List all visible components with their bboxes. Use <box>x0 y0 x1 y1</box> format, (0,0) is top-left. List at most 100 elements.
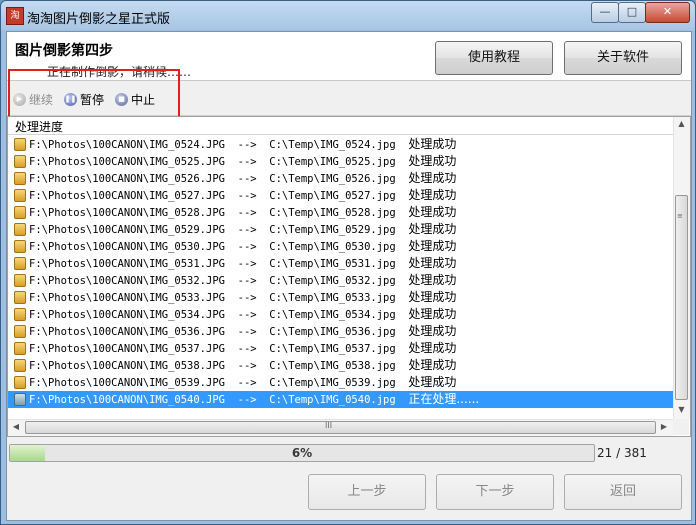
destination-path: C:\Temp\IMG_0525.jpg <box>269 156 396 168</box>
source-path: F:\Photos\100CANON\IMG_0533.JPG <box>29 292 225 304</box>
destination-path: C:\Temp\IMG_0533.jpg <box>269 292 396 304</box>
destination-path: C:\Temp\IMG_0531.jpg <box>269 258 396 270</box>
progress-list[interactable]: 处理进度 F:\Photos\100CANON\IMG_0524.JPG -->… <box>7 116 691 437</box>
step-subtitle: 正在制作倒影，请稍候…… <box>47 65 192 79</box>
scroll-right-arrow-icon[interactable]: ▶ <box>658 422 670 431</box>
list-item-text: F:\Photos\100CANON\IMG_0529.JPG --> C:\T… <box>29 221 456 239</box>
close-button[interactable]: ✕ <box>645 2 690 23</box>
image-file-icon <box>14 274 26 287</box>
list-item-text: F:\Photos\100CANON\IMG_0530.JPG --> C:\T… <box>29 238 456 256</box>
vertical-scroll-thumb[interactable] <box>675 195 688 400</box>
scroll-down-arrow-icon[interactable]: ▼ <box>676 405 687 417</box>
stop-label: 中止 <box>131 93 156 107</box>
row-status: 处理成功 <box>408 358 457 372</box>
list-item[interactable]: F:\Photos\100CANON\IMG_0529.JPG --> C:\T… <box>8 221 673 238</box>
stop-button[interactable]: ■ 中止 <box>115 91 155 108</box>
list-item[interactable]: F:\Photos\100CANON\IMG_0539.JPG --> C:\T… <box>8 374 673 391</box>
image-file-icon <box>14 223 26 236</box>
row-status: 处理成功 <box>408 137 457 151</box>
source-path: F:\Photos\100CANON\IMG_0532.JPG <box>29 275 225 287</box>
list-item[interactable]: F:\Photos\100CANON\IMG_0532.JPG --> C:\T… <box>8 272 673 289</box>
app-icon: 淘 <box>6 7 24 25</box>
minimize-button[interactable]: — <box>591 2 619 23</box>
list-item-text: F:\Photos\100CANON\IMG_0534.JPG --> C:\T… <box>29 306 456 324</box>
continue-button[interactable]: ▶ 继续 <box>13 91 53 108</box>
scroll-up-arrow-icon[interactable]: ▲ <box>676 119 687 131</box>
arrow: --> <box>237 224 257 236</box>
arrow: --> <box>237 173 257 185</box>
image-file-icon <box>14 155 26 168</box>
destination-path: C:\Temp\IMG_0534.jpg <box>269 309 396 321</box>
list-item[interactable]: F:\Photos\100CANON\IMG_0540.JPG --> C:\T… <box>8 391 673 408</box>
list-header[interactable]: 处理进度 <box>8 117 673 135</box>
tutorial-button[interactable]: 使用教程 <box>435 41 553 75</box>
next-step-button[interactable]: 下一步 <box>436 474 554 510</box>
source-path: F:\Photos\100CANON\IMG_0539.JPG <box>29 377 225 389</box>
hscroll-grip: III <box>325 421 333 430</box>
list-item-text: F:\Photos\100CANON\IMG_0531.JPG --> C:\T… <box>29 255 456 273</box>
list-item[interactable]: F:\Photos\100CANON\IMG_0537.JPG --> C:\T… <box>8 340 673 357</box>
arrow: --> <box>237 139 257 151</box>
row-status: 处理成功 <box>408 188 457 202</box>
stop-icon: ■ <box>115 93 128 106</box>
arrow: --> <box>237 377 257 389</box>
list-item-text: F:\Photos\100CANON\IMG_0540.JPG --> C:\T… <box>29 391 479 409</box>
pause-button[interactable]: ❚❚ 暂停 <box>64 91 104 108</box>
list-item[interactable]: F:\Photos\100CANON\IMG_0528.JPG --> C:\T… <box>8 204 673 221</box>
source-path: F:\Photos\100CANON\IMG_0534.JPG <box>29 309 225 321</box>
pause-label: 暂停 <box>80 93 105 107</box>
back-button[interactable]: 返回 <box>564 474 682 510</box>
about-button[interactable]: 关于软件 <box>564 41 682 75</box>
destination-path: C:\Temp\IMG_0532.jpg <box>269 275 396 287</box>
destination-path: C:\Temp\IMG_0536.jpg <box>269 326 396 338</box>
row-status: 处理成功 <box>408 307 457 321</box>
step-header: 图片倒影第四步 正在制作倒影，请稍候…… 使用教程 关于软件 <box>7 32 691 81</box>
image-file-icon <box>14 291 26 304</box>
list-item[interactable]: F:\Photos\100CANON\IMG_0536.JPG --> C:\T… <box>8 323 673 340</box>
row-status: 处理成功 <box>408 205 457 219</box>
source-path: F:\Photos\100CANON\IMG_0527.JPG <box>29 190 225 202</box>
list-item[interactable]: F:\Photos\100CANON\IMG_0534.JPG --> C:\T… <box>8 306 673 323</box>
list-item[interactable]: F:\Photos\100CANON\IMG_0525.JPG --> C:\T… <box>8 153 673 170</box>
list-item[interactable]: F:\Photos\100CANON\IMG_0530.JPG --> C:\T… <box>8 238 673 255</box>
arrow: --> <box>237 275 257 287</box>
row-status: 处理成功 <box>408 273 457 287</box>
horizontal-scroll-thumb[interactable] <box>25 421 656 434</box>
horizontal-scrollbar[interactable]: ◀ III ▶ <box>8 419 673 436</box>
list-item[interactable]: F:\Photos\100CANON\IMG_0526.JPG --> C:\T… <box>8 170 673 187</box>
image-file-icon <box>14 393 26 406</box>
row-status: 处理成功 <box>408 290 457 304</box>
image-file-icon <box>14 189 26 202</box>
vertical-scrollbar[interactable]: ▲ ≡ ▼ <box>673 117 690 419</box>
destination-path: C:\Temp\IMG_0527.jpg <box>269 190 396 202</box>
list-item-text: F:\Photos\100CANON\IMG_0532.JPG --> C:\T… <box>29 272 456 290</box>
destination-path: C:\Temp\IMG_0537.jpg <box>269 343 396 355</box>
image-file-icon <box>14 376 26 389</box>
scroll-left-arrow-icon[interactable]: ◀ <box>10 422 22 431</box>
list-item[interactable]: F:\Photos\100CANON\IMG_0524.JPG --> C:\T… <box>8 136 673 153</box>
toolbar: ▶ 继续 ❚❚ 暂停 ■ 中止 <box>7 81 691 116</box>
image-file-icon <box>14 240 26 253</box>
destination-path: C:\Temp\IMG_0539.jpg <box>269 377 396 389</box>
step-title: 图片倒影第四步 <box>15 43 113 59</box>
row-status: 处理成功 <box>408 154 457 168</box>
continue-label: 继续 <box>29 93 54 107</box>
source-path: F:\Photos\100CANON\IMG_0526.JPG <box>29 173 225 185</box>
maximize-button[interactable]: □ <box>618 2 646 23</box>
arrow: --> <box>237 190 257 202</box>
prev-step-button[interactable]: 上一步 <box>308 474 426 510</box>
list-item[interactable]: F:\Photos\100CANON\IMG_0527.JPG --> C:\T… <box>8 187 673 204</box>
destination-path: C:\Temp\IMG_0529.jpg <box>269 224 396 236</box>
image-file-icon <box>14 138 26 151</box>
pause-icon: ❚❚ <box>64 93 77 106</box>
list-item-text: F:\Photos\100CANON\IMG_0526.JPG --> C:\T… <box>29 170 456 188</box>
list-item[interactable]: F:\Photos\100CANON\IMG_0538.JPG --> C:\T… <box>8 357 673 374</box>
source-path: F:\Photos\100CANON\IMG_0531.JPG <box>29 258 225 270</box>
source-path: F:\Photos\100CANON\IMG_0524.JPG <box>29 139 225 151</box>
list-item[interactable]: F:\Photos\100CANON\IMG_0531.JPG --> C:\T… <box>8 255 673 272</box>
image-file-icon <box>14 359 26 372</box>
arrow: --> <box>237 207 257 219</box>
title-bar[interactable]: 淘 淘淘图片倒影之星正式版 — □ ✕ <box>1 1 695 31</box>
list-item[interactable]: F:\Photos\100CANON\IMG_0533.JPG --> C:\T… <box>8 289 673 306</box>
play-icon: ▶ <box>13 93 26 106</box>
